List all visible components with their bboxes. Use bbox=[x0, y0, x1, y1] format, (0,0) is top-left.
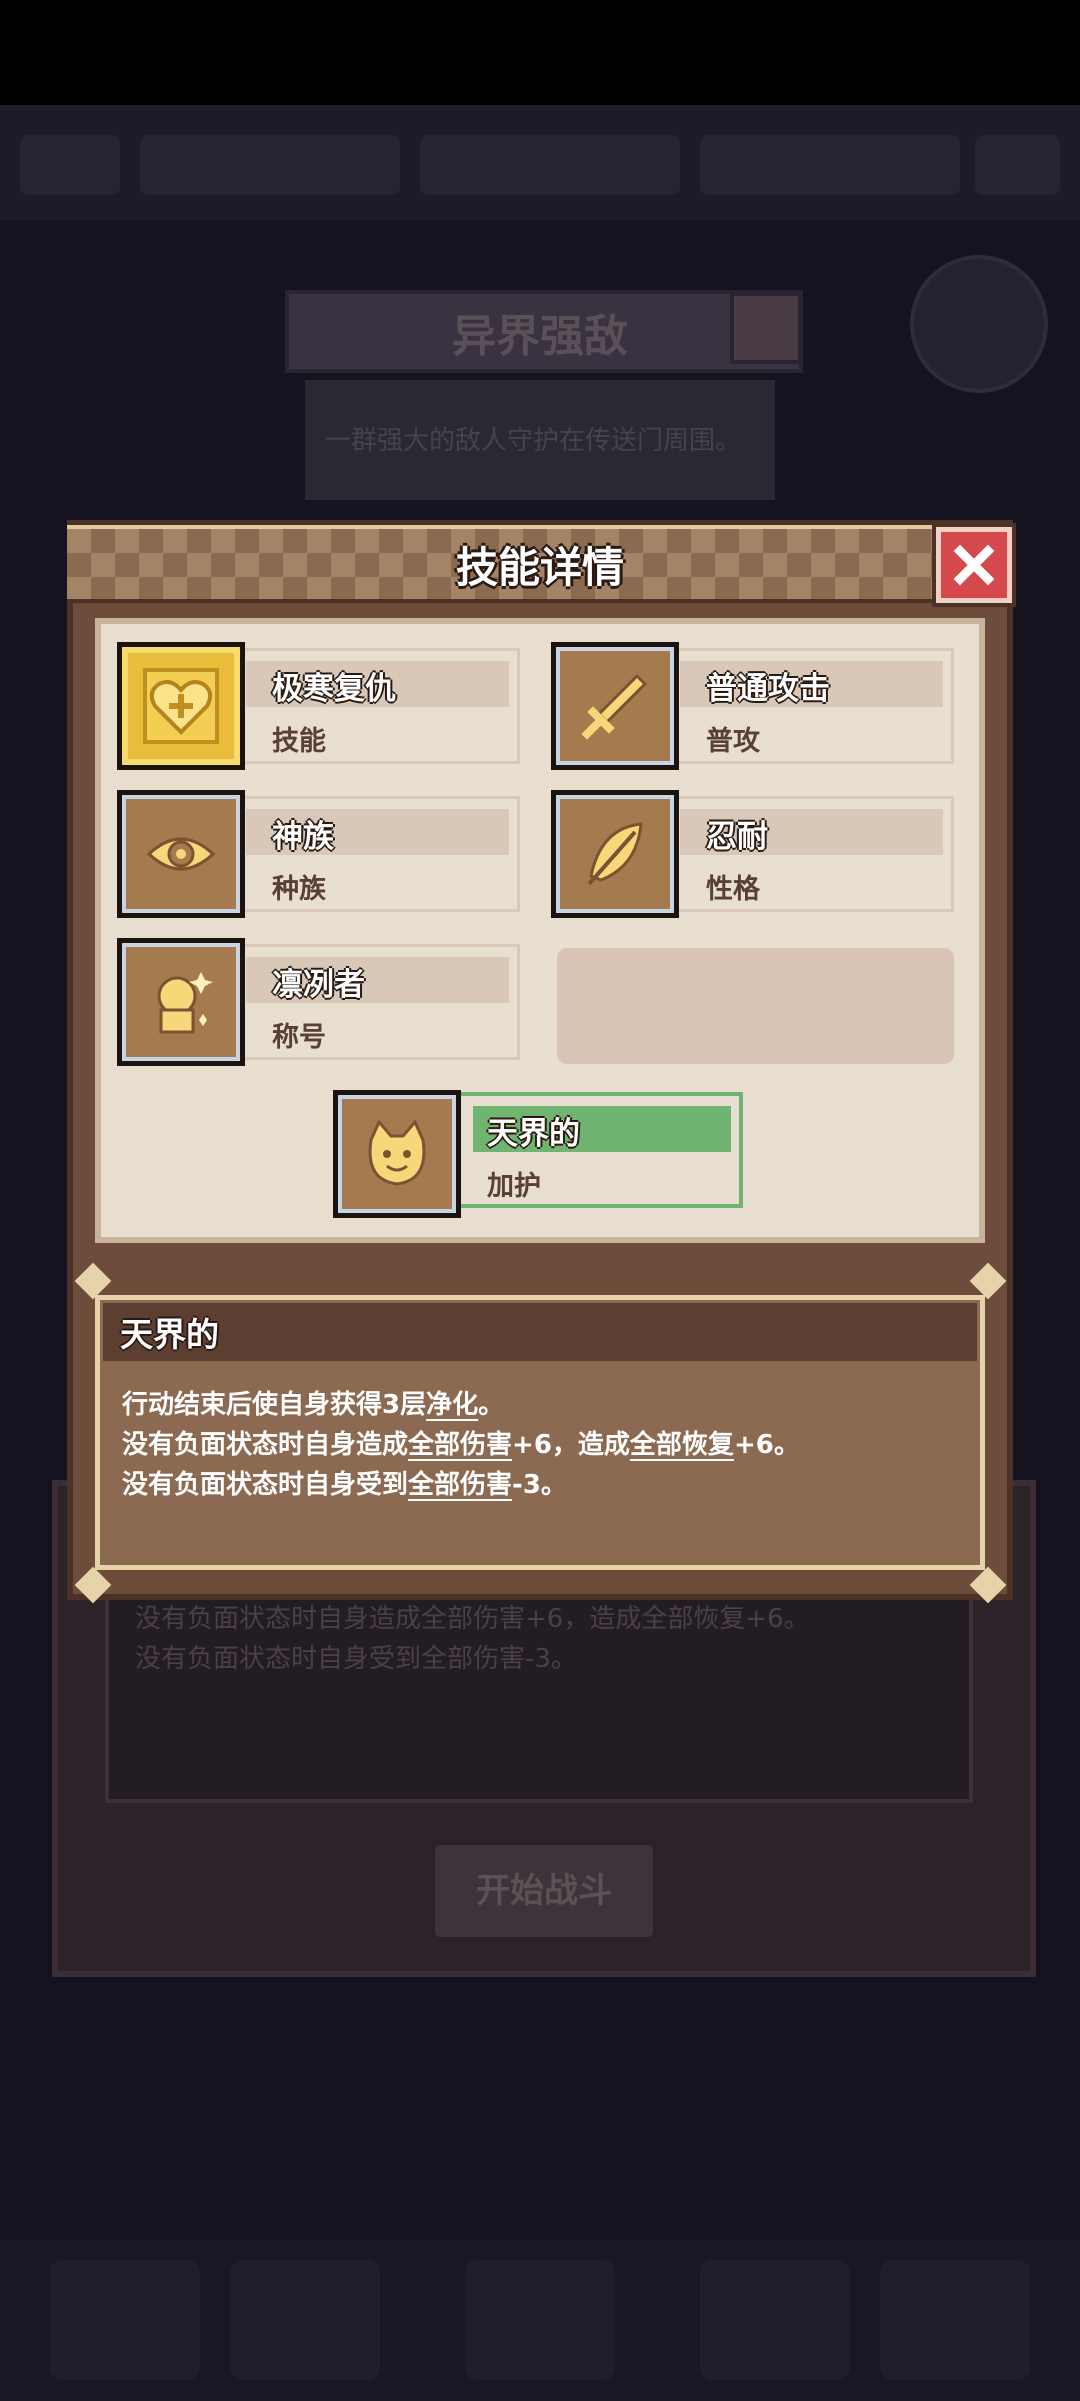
background-round-badge bbox=[910, 255, 1048, 393]
eye-emblem-icon bbox=[117, 790, 245, 918]
skill-name: 神族 bbox=[272, 819, 334, 855]
skill-type: 普攻 bbox=[706, 726, 760, 757]
description-header bbox=[103, 1303, 977, 1361]
background-start-button-label: 开始战斗 bbox=[476, 1871, 612, 1911]
skill-type: 种族 bbox=[272, 874, 326, 905]
skill-name: 凛冽者 bbox=[272, 967, 365, 1003]
skill-type: 技能 bbox=[272, 726, 326, 757]
skill-card-tianjiede-selected[interactable]: 天界的 加护 bbox=[457, 1092, 743, 1208]
empty-skill-slot bbox=[557, 948, 954, 1064]
keyword-link[interactable]: 全部伤害 bbox=[408, 1430, 512, 1460]
sword-icon bbox=[551, 642, 679, 770]
skill-type: 性格 bbox=[706, 874, 760, 905]
background-top-bar bbox=[0, 105, 1080, 220]
creature-icon bbox=[117, 938, 245, 1066]
background-bottom-nav bbox=[0, 2240, 1080, 2401]
skill-name: 忍耐 bbox=[706, 819, 768, 855]
background-desc-line: 没有负面状态时自身造成全部伤害+6，造成全部恢复+6。 bbox=[135, 1604, 810, 1634]
cat-face-icon bbox=[333, 1090, 461, 1218]
background-close-icon bbox=[730, 292, 802, 364]
close-button[interactable] bbox=[936, 527, 1012, 603]
skill-name: 天界的 bbox=[487, 1116, 580, 1152]
description-title: 天界的 bbox=[120, 1315, 219, 1354]
skill-type: 加护 bbox=[487, 1171, 541, 1202]
feather-icon bbox=[551, 790, 679, 918]
keyword-link[interactable]: 全部伤害 bbox=[408, 1470, 512, 1500]
background-subtitle: 一群强大的敌人守护在传送门周围。 bbox=[325, 426, 742, 456]
close-icon bbox=[953, 544, 995, 586]
dialog-title: 技能详情 bbox=[455, 543, 624, 592]
background-desc-line: 没有负面状态时自身受到全部伤害-3。 bbox=[135, 1644, 577, 1674]
keyword-link[interactable]: 净化 bbox=[426, 1390, 478, 1420]
skill-name: 极寒复仇 bbox=[272, 671, 396, 707]
skill-name: 普通攻击 bbox=[706, 671, 830, 707]
description-line-1: 行动结束后使自身获得3层净化。 bbox=[122, 1390, 505, 1420]
description-line-3: 没有负面状态时自身受到全部伤害-3。 bbox=[122, 1470, 567, 1500]
description-line-2: 没有负面状态时自身造成全部伤害+6，造成全部恢复+6。 bbox=[122, 1430, 800, 1460]
heart-shield-icon bbox=[117, 642, 245, 770]
background-title: 异界强敌 bbox=[452, 311, 628, 362]
status-bar bbox=[0, 0, 1080, 105]
skill-type: 称号 bbox=[272, 1022, 326, 1053]
keyword-link[interactable]: 全部恢复 bbox=[630, 1430, 734, 1460]
